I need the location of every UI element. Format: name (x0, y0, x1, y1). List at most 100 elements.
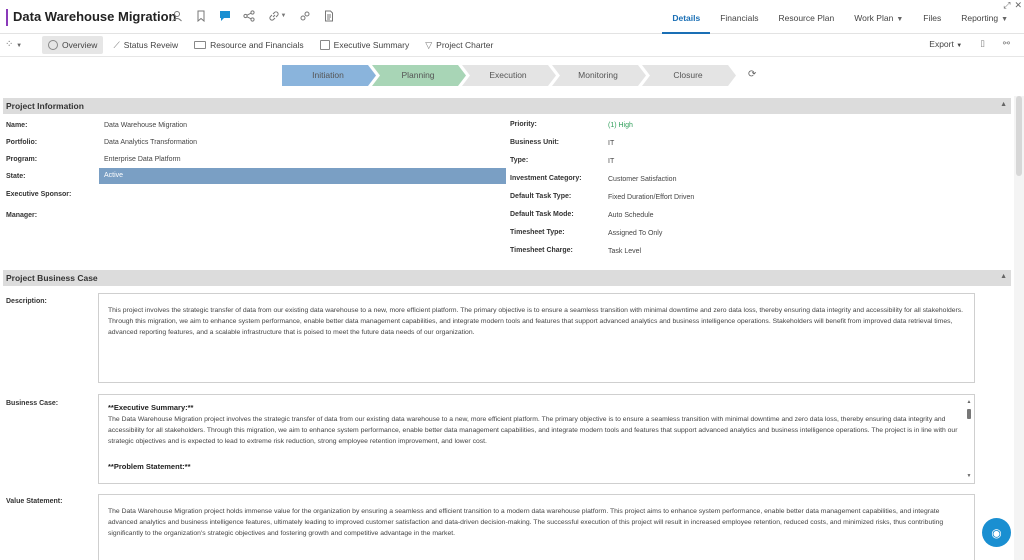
stage-label: Planning (401, 70, 435, 80)
stage-planning[interactable]: Planning (372, 65, 466, 86)
tab-label: Financials (720, 13, 759, 23)
field-label: Portfolio: (6, 139, 38, 146)
stage-label: Monitoring (578, 70, 618, 80)
header-tabs: Details Financials Resource Plan Work Pl… (662, 0, 1018, 34)
state-field[interactable]: Active (99, 168, 506, 184)
user-icon[interactable] (170, 9, 184, 23)
field-label: State: (6, 173, 26, 180)
bookmark-icon[interactable] (194, 9, 208, 23)
textbox-scrollbar[interactable]: ▲ ▼ (966, 397, 972, 482)
view-status-review[interactable]: ⟋ Status Reveiw (107, 36, 184, 54)
collapse-icon[interactable]: ▲ (1000, 273, 1007, 280)
stage-label: Execution (489, 70, 527, 80)
view-label: Executive Summary (333, 40, 410, 50)
business-unit-value[interactable]: IT (608, 140, 614, 147)
default-task-type-value[interactable]: Fixed Duration/Effort Driven (608, 194, 694, 201)
value-statement-textbox[interactable]: The Data Warehouse Migration project hol… (98, 494, 975, 560)
tab-work-plan[interactable]: Work Plan ▼ (844, 0, 913, 34)
field-label: Program: (6, 156, 38, 163)
expand-icon[interactable]: ⤢ (1003, 0, 1010, 11)
document-icon[interactable] (322, 9, 336, 23)
chat-icon[interactable] (218, 9, 232, 23)
app-header: Data Warehouse Migration ▼ Details Finan… (0, 0, 1024, 34)
refresh-stage-icon[interactable]: ⟳ (748, 69, 756, 80)
toolbar-right: Export ▼ ▯ ⚯ (929, 38, 1010, 49)
investment-category-value[interactable]: Customer Satisfaction (608, 176, 676, 183)
chevron-down-icon: ▼ (956, 42, 963, 49)
section-project-business-case[interactable]: Project Business Case ▲ (3, 270, 1011, 286)
view-project-charter[interactable]: ▽ Project Charter (419, 36, 499, 54)
export-button[interactable]: Export ▼ (929, 39, 962, 49)
tab-resource-plan[interactable]: Resource Plan (768, 0, 844, 34)
share-icon[interactable] (242, 9, 256, 23)
field-label: Timesheet Charge: (510, 247, 573, 254)
link-dropdown-icon[interactable]: ▼ (266, 9, 288, 23)
description-text: This project involves the strategic tran… (108, 307, 964, 336)
field-label: Executive Sponsor: (6, 191, 72, 198)
section-project-information[interactable]: Project Information ▲ (3, 98, 1011, 114)
scroll-down-icon[interactable]: ▼ (966, 471, 972, 482)
stage-execution[interactable]: Execution (462, 65, 556, 86)
portfolio-value[interactable]: Data Analytics Transformation (104, 139, 197, 146)
business-case-textbox[interactable]: **Executive Summary:** The Data Warehous… (98, 394, 975, 484)
timesheet-type-value[interactable]: Assigned To Only (608, 230, 662, 237)
window-controls: ⤢ ✕ (1003, 0, 1022, 11)
stage-initiation[interactable]: Initiation (282, 65, 376, 86)
field-label: Default Task Type: (510, 193, 572, 200)
view-label: Project Charter (436, 40, 494, 50)
tab-label: Resource Plan (778, 13, 835, 23)
field-label: Manager: (6, 212, 38, 219)
scroll-thumb[interactable] (967, 409, 971, 419)
heading-text: **Executive Summary:** (108, 403, 194, 412)
tab-details[interactable]: Details (662, 0, 711, 34)
default-task-mode-value[interactable]: Auto Schedule (608, 212, 654, 219)
chain-icon[interactable] (298, 9, 312, 23)
section-title: Project Information (6, 101, 84, 111)
tab-label: Reporting (961, 13, 999, 23)
page-title: Data Warehouse Migration (13, 9, 177, 24)
exec-summary-text: The Data Warehouse Migration project inv… (108, 416, 958, 445)
section-title: Project Business Case (6, 273, 98, 283)
field-label: Investment Category: (510, 175, 582, 182)
summary-icon (319, 40, 330, 50)
view-label: Resource and Financials (210, 40, 304, 50)
page-scroll-thumb[interactable] (1016, 96, 1022, 176)
filter-icon: ▽ (425, 40, 433, 50)
name-value[interactable]: Data Warehouse Migration (104, 122, 187, 129)
stage-label: Closure (673, 70, 703, 80)
stage-label: Initiation (312, 70, 344, 80)
view-resource-financials[interactable]: Resource and Financials (188, 36, 310, 54)
field-label: Default Task Mode: (510, 211, 574, 218)
page-scrollbar[interactable] (1014, 96, 1024, 560)
view-items: Overview ⟋ Status Reveiw Resource and Fin… (42, 36, 499, 54)
view-overview[interactable]: Overview (42, 36, 104, 54)
view-executive-summary[interactable]: Executive Summary (314, 36, 416, 54)
relationship-icon[interactable]: ⚯ (1003, 38, 1010, 49)
exec-summary-heading: **Executive Summary:** (108, 402, 958, 414)
chatbot-button[interactable]: ◉ (982, 518, 1011, 547)
timesheet-charge-value[interactable]: Task Level (608, 248, 641, 255)
close-icon[interactable]: ✕ (1014, 0, 1022, 11)
priority-value[interactable]: (1) High (608, 122, 633, 129)
scroll-up-icon[interactable]: ▲ (966, 397, 972, 408)
title-accent-bar (6, 9, 8, 26)
tab-label: Work Plan (854, 13, 894, 23)
type-value[interactable]: IT (608, 158, 614, 165)
tab-files[interactable]: Files (913, 0, 951, 34)
view-toolbar: ⁘ ▼ Overview ⟋ Status Reveiw Resource and… (0, 34, 1024, 57)
value-statement-text: The Data Warehouse Migration project hol… (108, 508, 944, 537)
delete-icon[interactable]: ▯ (980, 38, 985, 49)
heading-text: **Problem Statement:** (108, 462, 191, 471)
bot-icon: ◉ (991, 525, 1002, 540)
overview-icon (48, 40, 58, 50)
stage-monitoring[interactable]: Monitoring (552, 65, 646, 86)
field-label: Name: (6, 122, 28, 129)
stage-closure[interactable]: Closure (642, 65, 736, 86)
description-textbox[interactable]: This project involves the strategic tran… (98, 293, 975, 383)
layout-menu-icon[interactable]: ⁘ ▼ (5, 39, 22, 50)
collapse-icon[interactable]: ▲ (1000, 101, 1007, 108)
header-icons: ▼ (170, 9, 336, 23)
program-value[interactable]: Enterprise Data Platform (104, 156, 181, 163)
tab-financials[interactable]: Financials (710, 0, 768, 34)
